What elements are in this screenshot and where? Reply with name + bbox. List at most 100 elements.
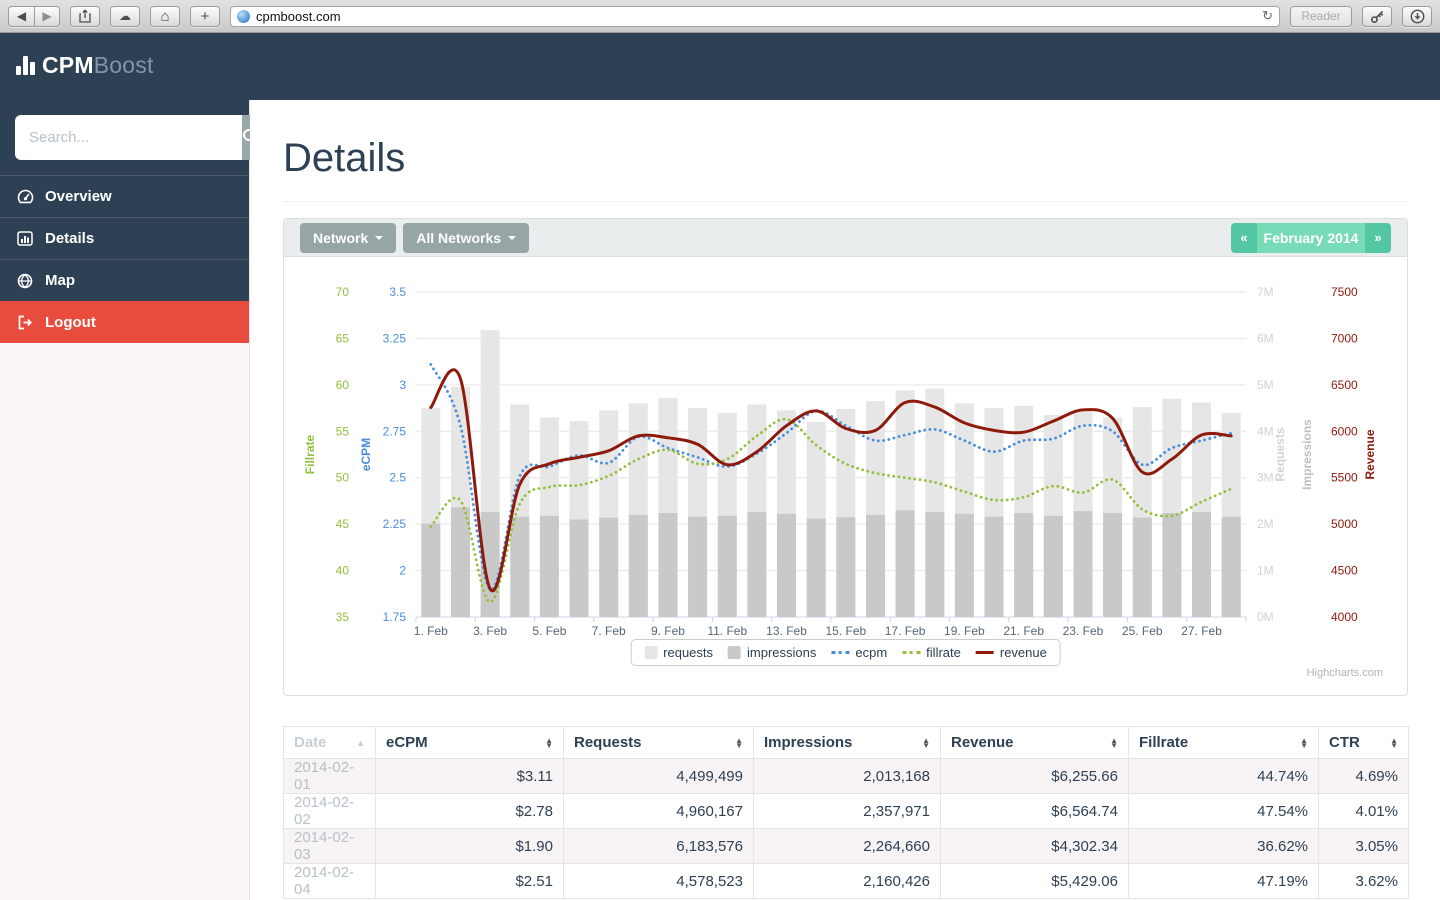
impressions-bar bbox=[510, 516, 530, 617]
next-month-button[interactable]: » bbox=[1365, 222, 1391, 253]
share-icon[interactable] bbox=[70, 5, 100, 27]
reload-icon[interactable]: ↻ bbox=[1262, 8, 1273, 24]
table-cell: 2,013,168 bbox=[753, 758, 941, 794]
impressions-bar bbox=[806, 518, 826, 617]
fillrate-tick-label: 70 bbox=[336, 285, 350, 299]
x-axis-label: 27. Feb bbox=[1181, 624, 1222, 637]
fillrate-tick-label: 40 bbox=[336, 564, 350, 578]
x-axis-label: 23. Feb bbox=[1063, 624, 1104, 637]
ecpm-axis: 1.75 2 2.25 2.5 2.75 3 3.25 3.5 eCPM bbox=[359, 285, 406, 624]
legend-item-ecpm[interactable]: ecpm bbox=[831, 645, 887, 660]
impressions-bar bbox=[925, 512, 945, 617]
x-axis-label: 1. Feb bbox=[414, 624, 448, 637]
metrics-table: Date ▲ eCPM ▲ ▼ Requests ▲ ▼ Impressions ▲ ▼ Revenu… bbox=[283, 726, 1409, 899]
legend-swatch bbox=[902, 651, 921, 654]
table-cell: 47.19% bbox=[1128, 863, 1319, 899]
search-input[interactable] bbox=[15, 115, 242, 160]
legend-item-revenue[interactable]: revenue bbox=[975, 645, 1047, 660]
home-icon[interactable]: ⌂ bbox=[150, 5, 180, 27]
reader-button[interactable]: Reader bbox=[1290, 5, 1352, 27]
column-header-revenue[interactable]: Revenue ▲ ▼ bbox=[940, 726, 1129, 759]
impressions-bar bbox=[421, 523, 441, 617]
legend-item-fillrate[interactable]: fillrate bbox=[902, 645, 961, 660]
table-cell: $5,429.06 bbox=[940, 863, 1129, 899]
highcharts-credits: Highcharts.com bbox=[1306, 667, 1383, 679]
ecpm-tick-label: 2.5 bbox=[389, 471, 406, 485]
column-header-requests[interactable]: Requests ▲ ▼ bbox=[563, 726, 754, 759]
address-bar[interactable]: cpmboost.com ↻ bbox=[230, 5, 1280, 27]
chevron-down-icon bbox=[508, 235, 517, 240]
table-cell: 36.62% bbox=[1128, 828, 1319, 864]
combo-chart[interactable]: 1. Feb 3. Feb 5. Feb 7. Feb 9. Feb 11. Feb 13.… bbox=[284, 257, 1407, 638]
app-header: CPMBoost bbox=[0, 33, 1440, 100]
requests-tick-label: 4M bbox=[1257, 424, 1274, 438]
ecpm-tick-label: 2 bbox=[399, 564, 406, 578]
fillrate-tick-label: 60 bbox=[336, 378, 350, 392]
sidebar-item-details[interactable]: Details bbox=[0, 217, 249, 259]
sort-asc-icon: ▲ bbox=[356, 737, 365, 748]
forward-icon[interactable]: ▶ bbox=[34, 5, 60, 27]
table-row: 2014-02-01 $3.11 4,499,499 2,013,168 $6,255.… bbox=[283, 758, 1409, 794]
legend-item-requests[interactable]: requests bbox=[644, 645, 713, 660]
requests-tick-label: 3M bbox=[1257, 471, 1274, 485]
impressions-axis: Impressions bbox=[1300, 419, 1314, 490]
requests-axis-title: Requests bbox=[1273, 427, 1287, 481]
impressions-bar bbox=[1014, 513, 1034, 617]
fillrate-tick-label: 45 bbox=[336, 517, 350, 531]
column-header-ctr[interactable]: CTR ▲ ▼ bbox=[1318, 726, 1409, 759]
table-cell: 6,183,576 bbox=[563, 828, 754, 864]
sidebar-search bbox=[0, 100, 259, 175]
legend-item-impressions[interactable]: impressions bbox=[728, 645, 816, 660]
chevron-down-icon bbox=[375, 235, 384, 240]
ecpm-tick-label: 2.25 bbox=[383, 517, 407, 531]
network-dropdown[interactable]: Network bbox=[300, 222, 397, 253]
fillrate-axis: 35 40 45 50 55 60 65 70 Fillrate bbox=[303, 285, 349, 624]
brand-logo[interactable]: CPMBoost bbox=[16, 52, 154, 79]
table-cell: 2014-02-04 bbox=[283, 863, 376, 899]
new-tab-icon[interactable]: + bbox=[190, 5, 220, 27]
legend-label: ecpm bbox=[855, 645, 888, 660]
revenue-tick-label: 5000 bbox=[1331, 517, 1358, 531]
chart-panel: Network All Networks « February 2014 » 1… bbox=[283, 218, 1408, 696]
fillrate-tick-label: 55 bbox=[336, 424, 350, 438]
sort-icon: ▲ ▼ bbox=[1390, 735, 1398, 750]
cloud-icon[interactable]: ☁ bbox=[110, 5, 140, 27]
fillrate-tick-label: 50 bbox=[336, 471, 350, 485]
column-label: Fillrate bbox=[1139, 734, 1189, 751]
sort-icon: ▲ ▼ bbox=[545, 735, 553, 750]
current-month-label[interactable]: February 2014 bbox=[1257, 222, 1365, 253]
table-cell: 44.74% bbox=[1128, 758, 1319, 794]
table-cell: 2014-02-01 bbox=[283, 758, 376, 794]
sort-icon: ▲ ▼ bbox=[1300, 735, 1308, 750]
globe-icon bbox=[16, 273, 34, 289]
sidebar-item-logout[interactable]: Logout bbox=[0, 301, 249, 343]
revenue-tick-label: 6500 bbox=[1331, 378, 1358, 392]
x-axis-label: 17. Feb bbox=[885, 624, 926, 637]
column-header-fillrate[interactable]: Fillrate ▲ ▼ bbox=[1128, 726, 1319, 759]
downloads-icon[interactable] bbox=[1402, 5, 1432, 27]
impressions-bar bbox=[777, 513, 796, 617]
prev-month-button[interactable]: « bbox=[1231, 222, 1257, 253]
table-cell: 4,499,499 bbox=[563, 758, 754, 794]
x-axis-label: 21. Feb bbox=[1003, 624, 1044, 637]
table-cell: 47.54% bbox=[1128, 793, 1319, 829]
x-axis-label: 11. Feb bbox=[707, 624, 747, 637]
impressions-bar bbox=[866, 514, 885, 617]
column-header-date[interactable]: Date ▲ bbox=[283, 726, 376, 759]
back-icon[interactable]: ◀ bbox=[8, 5, 34, 27]
main-content: Details Network All Networks « February … bbox=[250, 100, 1440, 900]
impressions-bar bbox=[747, 512, 767, 617]
column-header-ecpm[interactable]: eCPM ▲ ▼ bbox=[375, 726, 564, 759]
requests-tick-label: 1M bbox=[1257, 564, 1274, 578]
table-row: 2014-02-04 $2.51 4,578,523 2,160,426 $5,429.… bbox=[283, 863, 1409, 899]
sidebar-item-overview[interactable]: Overview bbox=[0, 175, 249, 217]
site-favicon bbox=[237, 9, 250, 23]
column-header-impressions[interactable]: Impressions ▲ ▼ bbox=[753, 726, 941, 759]
brand-name: CPMBoost bbox=[42, 52, 154, 78]
sidebar-item-map[interactable]: Map bbox=[0, 259, 249, 301]
table-cell: 2,160,426 bbox=[753, 863, 941, 899]
impressions-bar bbox=[717, 515, 737, 617]
all-networks-dropdown[interactable]: All Networks bbox=[403, 222, 530, 253]
x-axis-label: 9. Feb bbox=[651, 624, 685, 637]
key-icon[interactable] bbox=[1362, 5, 1392, 27]
